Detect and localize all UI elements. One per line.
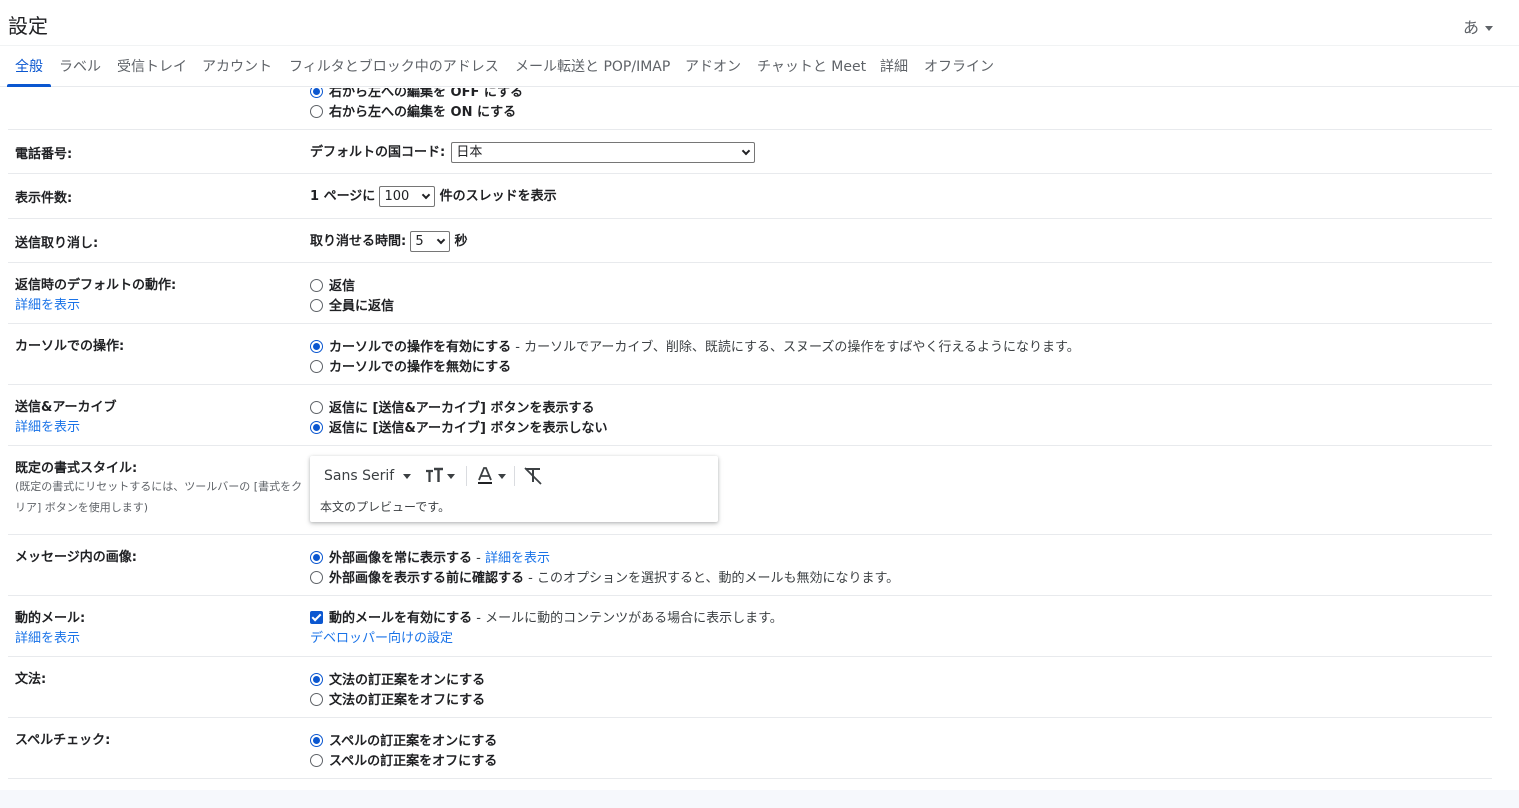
radio-unchecked-icon: [310, 571, 323, 584]
checkbox-checked-icon: [310, 611, 323, 624]
send-archive-row: 送信&アーカイブ 詳細を表示 返信に [送信&アーカイブ] ボタンを表示する 返…: [8, 385, 1492, 446]
rtl-row: 右から左への編集を OFF にする 右から左への編集を ON にする: [8, 88, 1492, 130]
radio-unchecked-icon: [310, 105, 323, 118]
spelling-on-option[interactable]: スペルの訂正案をオンにする: [310, 730, 497, 749]
tab-offline[interactable]: オフライン: [924, 47, 994, 87]
page-size-row: 表示件数: 1 ページに 100 件のスレッドを表示: [8, 174, 1492, 219]
undo-send-row: 送信取り消し: 取り消せる時間: 5 秒: [8, 219, 1492, 263]
radio-checked-icon: [310, 551, 323, 564]
font-size-button[interactable]: [424, 466, 458, 486]
tab-general[interactable]: 全般: [7, 47, 51, 87]
settings-content: 右から左への編集を OFF にする 右から左への編集を ON にする 電話番号:…: [0, 88, 1519, 788]
reply-all-option[interactable]: 全員に返信: [310, 295, 394, 314]
reply-default-learn-more[interactable]: 詳細を表示: [15, 294, 80, 313]
grammar-on-option[interactable]: 文法の訂正案をオンにする: [310, 669, 485, 688]
spelling-off-option[interactable]: スペルの訂正案をオフにする: [310, 750, 497, 769]
text-color-button[interactable]: [476, 466, 510, 486]
hover-actions-row: カーソルでの操作: カーソルでの操作を有効にする - カーソルでアーカイブ、削除…: [8, 324, 1492, 385]
tab-forwarding[interactable]: メール転送と POP/IMAP: [515, 47, 670, 87]
undo-send-label: 送信取り消し:: [15, 236, 99, 251]
tab-inbox[interactable]: 受信トレイ: [117, 47, 187, 87]
text-style-row: 既定の書式スタイル: (既定の書式にリセットするには、ツールバーの [書式をクリ…: [8, 446, 1492, 535]
send-archive-show-option[interactable]: 返信に [送信&アーカイブ] ボタンを表示する: [310, 397, 595, 416]
radio-unchecked-icon: [310, 693, 323, 706]
clear-formatting-icon: [524, 467, 542, 485]
chevron-down-icon: [422, 190, 431, 200]
reply-default-row: 返信時のデフォルトの動作: 詳細を表示 返信 全員に返信: [8, 263, 1492, 324]
images-always-option[interactable]: 外部画像を常に表示する - 詳細を表示: [310, 547, 550, 566]
radio-checked-icon: [310, 88, 323, 98]
country-code-select[interactable]: 日本: [451, 142, 756, 163]
clear-formatting-button[interactable]: [522, 466, 544, 486]
undo-send-setting: 取り消せる時間: 5 秒: [310, 230, 468, 252]
tab-labels[interactable]: ラベル: [59, 47, 101, 87]
rtl-on-option[interactable]: 右から左への編集を ON にする: [310, 101, 516, 120]
tab-filters[interactable]: フィルタとブロック中のアドレス: [289, 47, 499, 87]
developer-settings-link[interactable]: デベロッパー向けの設定: [310, 627, 453, 646]
bottom-scroll-area: [0, 790, 1519, 808]
phone-label: 電話番号:: [15, 147, 73, 162]
images-ask-option[interactable]: 外部画像を表示する前に確認する - このオプションを選択すると、動的メールも無効…: [310, 567, 899, 586]
settings-header: 設定 あ: [0, 0, 1519, 46]
text-style-label: 既定の書式スタイル:: [15, 461, 138, 476]
chevron-down-icon: [437, 235, 446, 245]
send-archive-hide-option[interactable]: 返信に [送信&アーカイブ] ボタンを表示しない: [310, 417, 608, 436]
radio-unchecked-icon: [310, 401, 323, 414]
phone-row: 電話番号: デフォルトの国コード: 日本: [8, 130, 1492, 174]
grammar-row: 文法: 文法の訂正案をオンにする 文法の訂正案をオフにする: [8, 657, 1492, 718]
phone-setting: デフォルトの国コード: 日本: [310, 141, 756, 163]
settings-tabs: 全般 ラベル 受信トレイ アカウント フィルタとブロック中のアドレス メール転送…: [0, 47, 1519, 87]
font-size-icon: [426, 467, 455, 482]
spelling-label: スペルチェック:: [15, 733, 111, 748]
send-archive-label: 送信&アーカイブ: [15, 400, 117, 415]
spelling-row: スペルチェック: スペルの訂正案をオンにする スペルの訂正案をオフにする: [8, 718, 1492, 779]
images-label: メッセージ内の画像:: [15, 550, 137, 565]
page-size-label: 表示件数:: [15, 191, 73, 206]
grammar-label: 文法:: [15, 672, 47, 687]
radio-unchecked-icon: [310, 754, 323, 767]
tab-advanced[interactable]: 詳細: [880, 47, 908, 87]
radio-checked-icon: [310, 673, 323, 686]
images-row: メッセージ内の画像: 外部画像を常に表示する - 詳細を表示 外部画像を表示する…: [8, 535, 1492, 596]
dynamic-email-row: 動的メール: 詳細を表示 動的メールを有効にする - メールに動的コンテンツがあ…: [8, 596, 1492, 657]
images-learn-more[interactable]: 詳細を表示: [485, 551, 550, 566]
tab-chat-meet[interactable]: チャットと Meet: [757, 47, 866, 87]
page-title: 設定: [8, 14, 48, 38]
caret-down-icon: [1485, 26, 1493, 31]
undo-send-select[interactable]: 5: [410, 231, 451, 252]
send-archive-learn-more[interactable]: 詳細を表示: [15, 416, 80, 435]
dynamic-email-label: 動的メール:: [15, 611, 86, 626]
grammar-off-option[interactable]: 文法の訂正案をオフにする: [310, 689, 485, 708]
hover-actions-enable-option[interactable]: カーソルでの操作を有効にする - カーソルでアーカイブ、削除、既読にする、スヌー…: [310, 336, 1080, 355]
ime-label: あ: [1462, 18, 1479, 37]
radio-unchecked-icon: [310, 299, 323, 312]
radio-checked-icon: [310, 421, 323, 434]
font-family-menu[interactable]: Sans Serif: [324, 468, 412, 484]
page-size-setting: 1 ページに 100 件のスレッドを表示: [310, 185, 557, 207]
preview-text: 本文のプレビューです。: [320, 500, 451, 514]
reply-default-label: 返信時のデフォルトの動作:: [15, 278, 177, 293]
tab-addons[interactable]: アドオン: [685, 47, 741, 87]
tab-accounts[interactable]: アカウント: [202, 47, 272, 87]
radio-unchecked-icon: [310, 360, 323, 373]
text-color-icon: [478, 467, 506, 484]
radio-checked-icon: [310, 734, 323, 747]
rtl-off-option[interactable]: 右から左への編集を OFF にする: [310, 88, 523, 100]
format-preview-editor: Sans Serif 本文のプレビューです。: [310, 456, 718, 522]
chevron-down-icon: [742, 146, 751, 156]
hover-actions-label: カーソルでの操作:: [15, 339, 125, 354]
hover-actions-disable-option[interactable]: カーソルでの操作を無効にする: [310, 356, 511, 375]
toolbar-divider: [514, 466, 515, 486]
text-style-note: (既定の書式にリセットするには、ツールバーの [書式をクリア] ボタンを使用しま…: [15, 480, 303, 514]
radio-checked-icon: [310, 340, 323, 353]
reply-option[interactable]: 返信: [310, 275, 355, 294]
input-method-menu[interactable]: あ: [1463, 14, 1493, 38]
dynamic-email-learn-more[interactable]: 詳細を表示: [15, 627, 80, 646]
page-size-select[interactable]: 100: [379, 186, 436, 207]
caret-down-icon: [403, 473, 412, 479]
radio-unchecked-icon: [310, 279, 323, 292]
dynamic-email-enable-checkbox[interactable]: 動的メールを有効にする - メールに動的コンテンツがある場合に表示します。: [310, 607, 783, 626]
toolbar-divider: [466, 466, 467, 486]
